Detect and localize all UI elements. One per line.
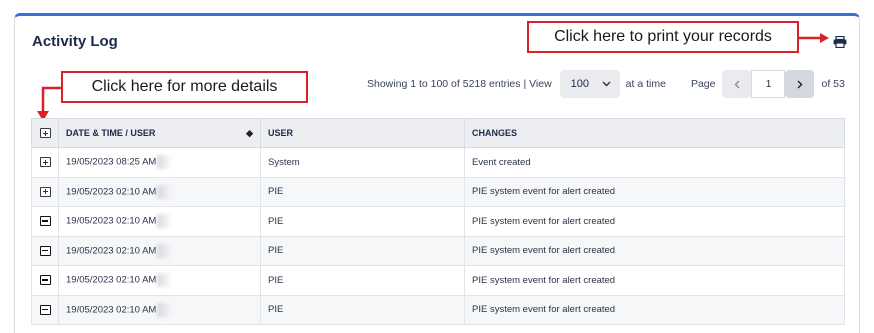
date-header-label: DATE & TIME / USER — [66, 127, 156, 138]
expand-all-icon[interactable] — [39, 128, 51, 139]
row-changes: Event created — [464, 147, 845, 178]
activity-table: DATE & TIME / USER ◆ USER CHANGES 19/05/… — [31, 118, 845, 325]
row-date: 19/05/2023 02:10 AM — [66, 245, 157, 257]
table-row: 19/05/2023 02:10 AM PIE PIE system event… — [31, 206, 845, 237]
page-number-input[interactable]: 1 — [751, 70, 786, 98]
entries-summary: Showing 1 to 100 of 5218 entries | View — [367, 78, 552, 90]
row-user: System — [260, 147, 465, 178]
table-row: 19/05/2023 02:10 AM PIE PIE system event… — [31, 235, 845, 266]
table-row: 19/05/2023 08:25 AM System Event created — [31, 147, 845, 178]
at-a-time-label: at a time — [625, 78, 666, 90]
page-size-value: 100 — [570, 78, 590, 90]
expand-all-cell — [31, 118, 59, 148]
collapse-row-icon[interactable] — [39, 275, 51, 286]
row-user: PIE — [260, 176, 465, 207]
user-header-label: USER — [268, 128, 294, 138]
chevron-down-icon — [602, 81, 611, 87]
redacted-user — [157, 214, 172, 229]
changes-column-header: CHANGES — [464, 118, 845, 148]
row-changes: PIE system event for alert created — [464, 265, 845, 296]
redacted-user — [157, 243, 172, 258]
chevron-left-icon — [734, 80, 740, 88]
row-date: 19/05/2023 02:10 AM — [66, 215, 157, 227]
row-user: PIE — [260, 206, 465, 237]
table-row: 19/05/2023 02:10 AM PIE PIE system event… — [31, 265, 845, 296]
print-callout-arrow — [799, 33, 829, 43]
changes-header-label: CHANGES — [472, 128, 518, 138]
row-user: PIE — [260, 265, 465, 296]
table-row: 19/05/2023 02:10 AM PIE PIE system event… — [31, 294, 845, 325]
page-size-select[interactable]: 100 — [559, 70, 620, 98]
previous-page-button[interactable] — [722, 70, 752, 98]
redacted-user — [157, 155, 172, 170]
print-icon[interactable] — [833, 36, 847, 48]
collapse-row-icon[interactable] — [39, 304, 51, 315]
next-page-button[interactable] — [785, 70, 815, 98]
redacted-user — [157, 184, 172, 199]
redacted-user — [157, 302, 172, 317]
details-callout: Click here for more details — [61, 71, 308, 103]
details-callout-arrow — [37, 86, 62, 121]
sort-icon[interactable]: ◆ — [246, 128, 253, 139]
row-user: PIE — [260, 235, 465, 266]
row-date: 19/05/2023 02:10 AM — [66, 304, 157, 316]
chevron-right-icon — [797, 80, 803, 88]
row-changes: PIE system event for alert created — [464, 235, 845, 266]
row-date: 19/05/2023 02:10 AM — [66, 186, 157, 198]
collapse-row-icon[interactable] — [39, 245, 51, 256]
panel-title: Activity Log — [32, 33, 118, 50]
row-date: 19/05/2023 08:25 AM — [66, 156, 157, 168]
expand-row-icon[interactable] — [39, 186, 51, 197]
redacted-user — [157, 273, 172, 288]
expand-row-icon[interactable] — [39, 157, 51, 168]
row-changes: PIE system event for alert created — [464, 176, 845, 207]
total-pages: of 53 — [821, 78, 845, 90]
table-header-row: DATE & TIME / USER ◆ USER CHANGES — [31, 118, 845, 148]
row-changes: PIE system event for alert created — [464, 294, 845, 325]
row-user: PIE — [260, 294, 465, 325]
table-row: 19/05/2023 02:10 AM PIE PIE system event… — [31, 176, 845, 207]
user-column-header: USER — [260, 118, 465, 148]
row-changes: PIE system event for alert created — [464, 206, 845, 237]
pagination-bar: Showing 1 to 100 of 5218 entries | View … — [367, 70, 845, 98]
row-date: 19/05/2023 02:10 AM — [66, 274, 157, 286]
collapse-row-icon[interactable] — [39, 216, 51, 227]
date-column-header[interactable]: DATE & TIME / USER ◆ — [58, 118, 261, 148]
print-callout: Click here to print your records — [527, 21, 799, 53]
page-label: Page — [690, 78, 716, 90]
